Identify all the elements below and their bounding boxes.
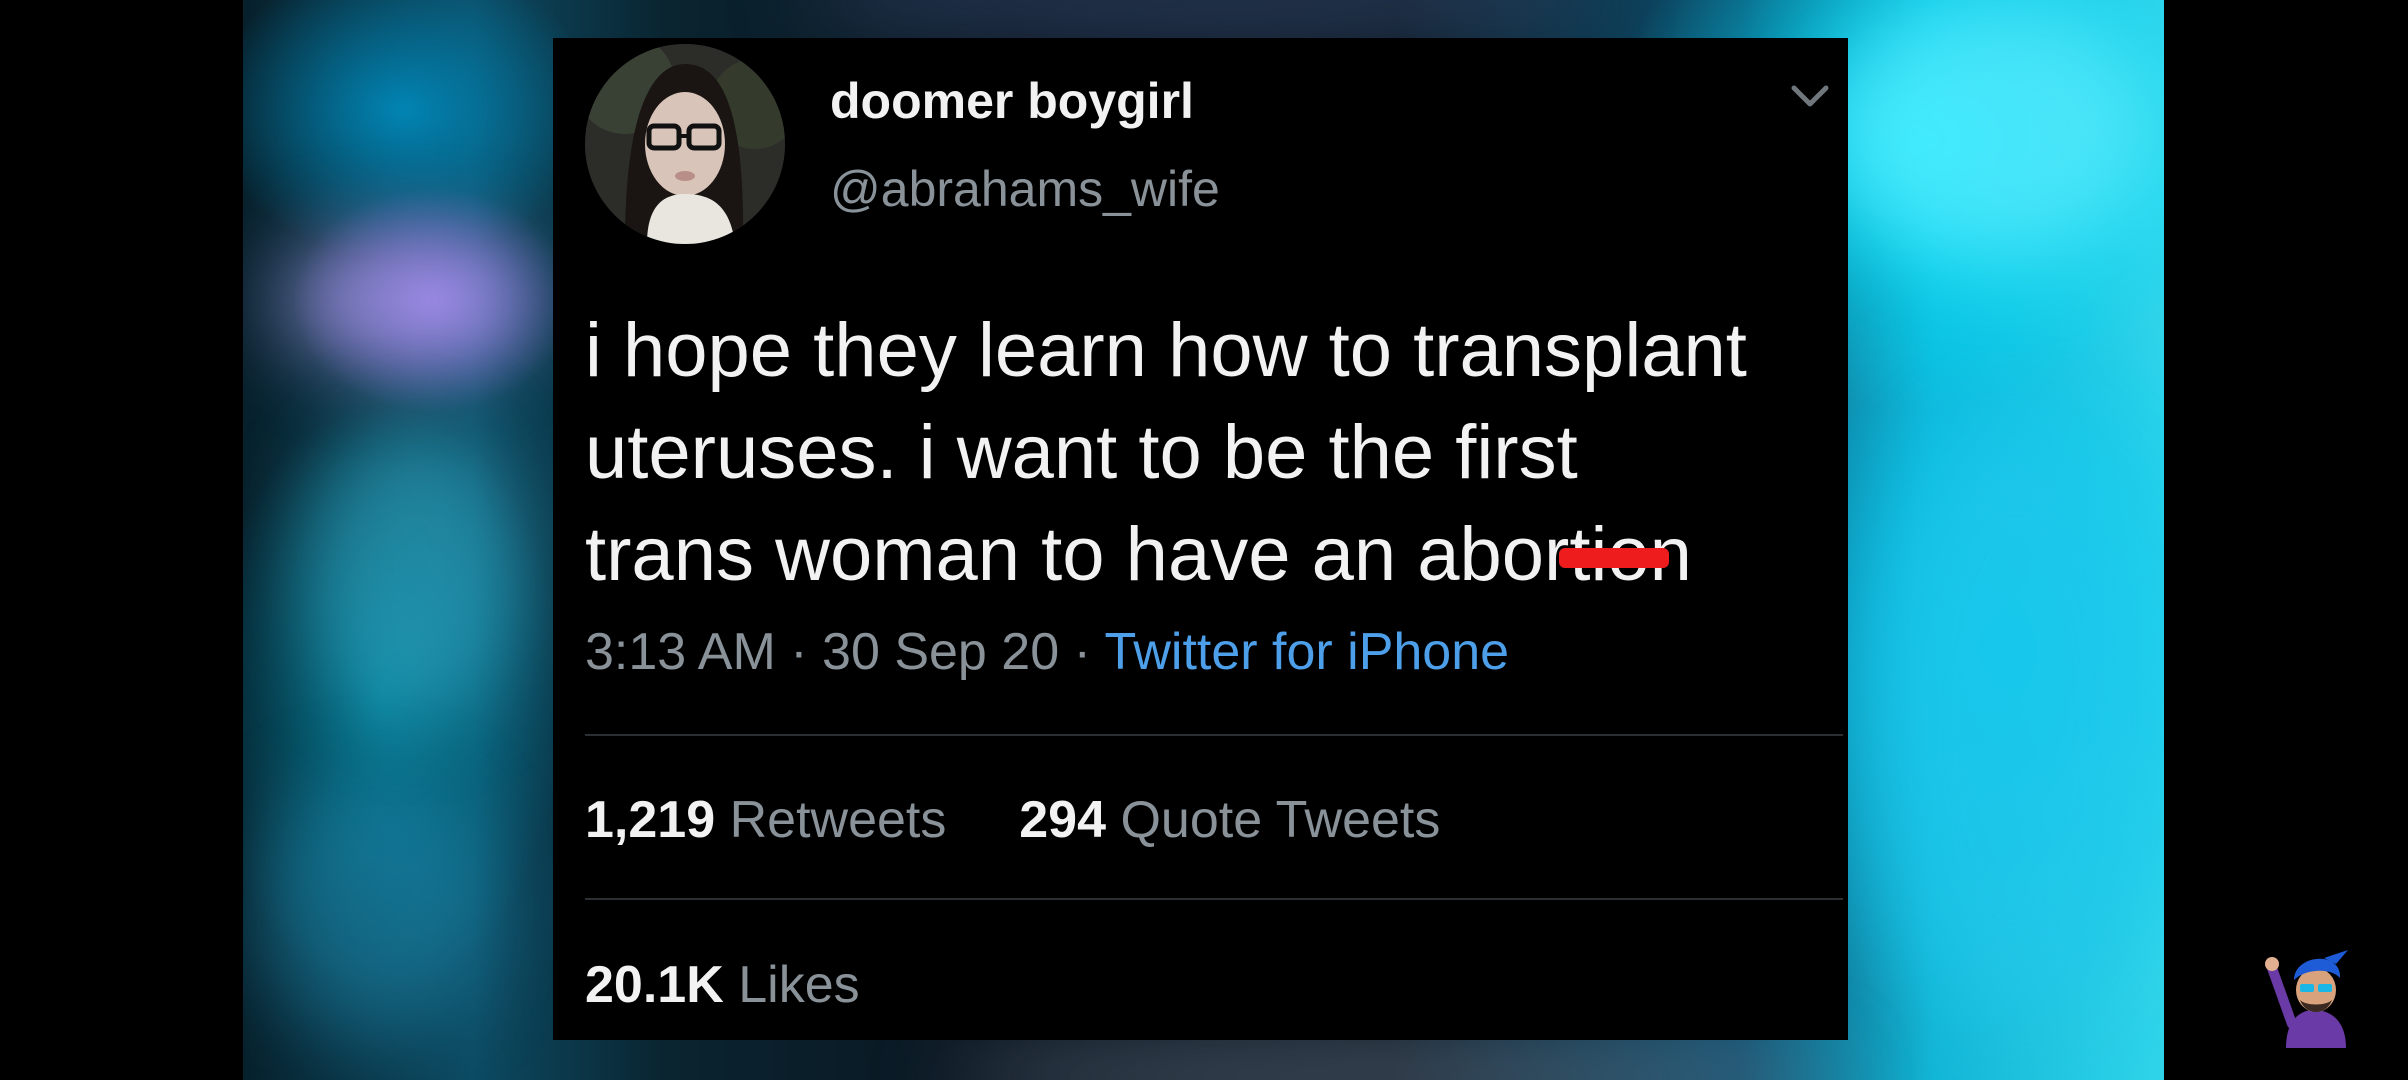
video-player-frame: doomer boygirl @abrahams_wife i hope the…	[0, 0, 2408, 1080]
meta-separator: ·	[790, 623, 808, 681]
meta-separator: ·	[1073, 623, 1091, 681]
tweet-card: doomer boygirl @abrahams_wife i hope the…	[553, 38, 1848, 1040]
tweet-time: 3:13 AM	[585, 623, 776, 681]
divider	[585, 734, 1843, 736]
quote-tweets-stat[interactable]: 294 Quote Tweets	[1019, 791, 1440, 849]
tweet-source-link[interactable]: Twitter for iPhone	[1104, 623, 1509, 681]
tweet-meta: 3:13 AM · 30 Sep 20 · Twitter for iPhone	[585, 622, 1509, 682]
tweet-text-line: i hope they learn how to transplant	[585, 308, 1747, 393]
retweets-count: 1,219	[585, 791, 716, 849]
display-name[interactable]: doomer boygirl	[830, 72, 1194, 130]
background-blur-blob	[1823, 0, 2153, 260]
avatar-portrait-icon	[585, 44, 785, 244]
retweets-label: Retweets	[729, 791, 947, 849]
divider	[585, 898, 1843, 900]
red-censor-bar	[1559, 548, 1669, 568]
likes-stat[interactable]: 20.1K Likes	[585, 955, 860, 1015]
background-blur-blob	[1863, 420, 2163, 1020]
retweets-stat[interactable]: 1,219 Retweets	[585, 791, 961, 849]
channel-mascot-icon[interactable]	[2262, 944, 2366, 1048]
quote-tweets-label: Quote Tweets	[1120, 791, 1441, 849]
background-blur-blob	[253, 780, 493, 1040]
likes-count: 20.1K	[585, 956, 724, 1014]
tweet-date[interactable]: 30 Sep 20	[822, 623, 1059, 681]
background-blur-blob	[303, 420, 523, 720]
background-blur-blob	[273, 230, 533, 370]
likes-label: Likes	[738, 956, 860, 1014]
quote-tweets-count: 294	[1019, 791, 1107, 849]
username-handle[interactable]: @abrahams_wife	[830, 160, 1220, 218]
engagement-stats: 1,219 Retweets 294 Quote Tweets	[585, 790, 1440, 850]
tweet-text-line: uteruses. i want to be the first	[585, 410, 1578, 495]
chevron-down-icon[interactable]	[1788, 78, 1832, 114]
avatar[interactable]	[585, 44, 785, 244]
